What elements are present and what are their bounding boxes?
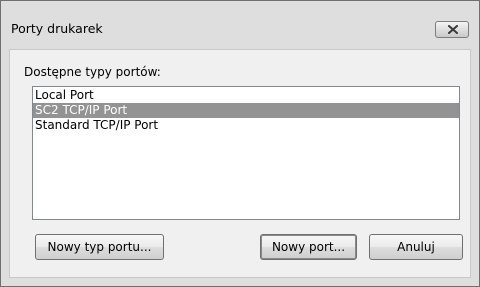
- port-types-list[interactable]: Local Port SC2 TCP/IP Port Standard TCP/…: [32, 86, 460, 220]
- list-item-local-port[interactable]: Local Port: [33, 88, 459, 103]
- close-icon: [448, 25, 458, 34]
- printer-ports-dialog: Porty drukarek Dostępne typy portów: Loc…: [0, 0, 480, 287]
- cancel-button[interactable]: Anuluj: [369, 234, 463, 260]
- list-item-sc2-tcpip-port[interactable]: SC2 TCP/IP Port: [33, 103, 459, 118]
- new-port-type-button[interactable]: Nowy typ portu...: [35, 234, 164, 260]
- available-port-types-label: Dostępne typy portów:: [24, 65, 161, 79]
- title-bar[interactable]: Porty drukarek: [1, 1, 479, 49]
- window-title: Porty drukarek: [11, 21, 103, 36]
- list-item-standard-tcpip-port[interactable]: Standard TCP/IP Port: [33, 118, 459, 133]
- close-button[interactable]: [435, 21, 469, 38]
- dialog-body: Dostępne typy portów: Local Port SC2 TCP…: [9, 49, 471, 278]
- new-port-button[interactable]: Nowy port...: [260, 234, 357, 260]
